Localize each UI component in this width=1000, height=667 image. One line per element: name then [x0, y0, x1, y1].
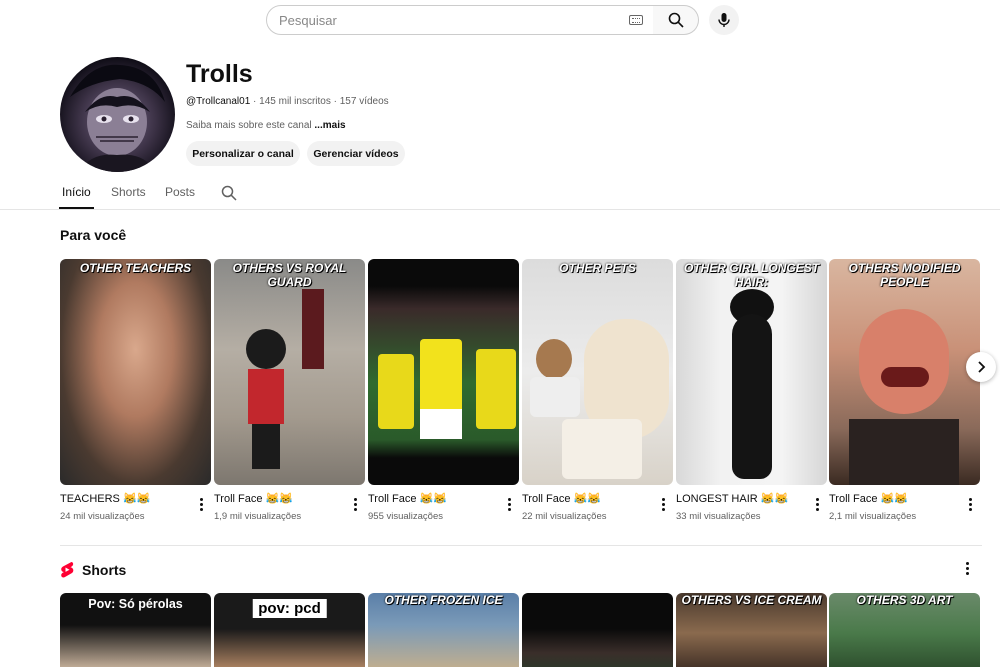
video-views: 2,1 mil visualizações — [829, 511, 917, 522]
meta-separator: · — [330, 96, 340, 107]
customize-channel-button[interactable]: Personalizar o canal — [186, 141, 300, 166]
channel-avatar[interactable] — [60, 57, 175, 172]
short-card[interactable]: pov: pcd — [214, 593, 365, 667]
video-card[interactable]: Troll Face 😹😹 955 visualizações — [368, 259, 519, 522]
channel-search-button[interactable] — [221, 185, 237, 206]
kebab-icon[interactable] — [966, 562, 969, 577]
channel-about[interactable]: Saiba mais sobre este canal ...mais — [186, 120, 346, 131]
tab-inicio[interactable]: Início — [62, 185, 91, 199]
search-placeholder: Pesquisar — [279, 12, 337, 28]
thumbnail-caption: OTHER PETS — [559, 261, 636, 275]
video-title[interactable]: Troll Face 😹😹 — [829, 492, 908, 505]
video-card[interactable]: OTHER TEACHERS TEACHERS 😹😹 24 mil visual… — [60, 259, 211, 522]
about-text: Saiba mais sobre este canal — [186, 120, 315, 131]
carousel-next-button[interactable] — [966, 352, 996, 382]
section-title-shorts: Shorts — [82, 561, 127, 578]
video-thumbnail[interactable] — [368, 259, 519, 485]
short-caption: Pov: Só pérolas — [88, 597, 183, 611]
video-views: 22 mil visualizações — [522, 511, 607, 522]
shorts-section-header: Shorts — [60, 561, 126, 578]
kebab-icon[interactable] — [662, 498, 665, 513]
short-caption: OTHERS 3D ART — [856, 593, 953, 607]
tab-posts[interactable]: Posts — [165, 185, 195, 199]
subscriber-count: 145 mil inscritos — [259, 96, 331, 107]
video-views: 33 mil visualizações — [676, 511, 761, 522]
short-caption: pov: pcd — [252, 599, 327, 618]
section-divider — [60, 545, 982, 546]
tabs-divider — [0, 209, 1000, 210]
short-caption: OTHERS VS ICE CREAM — [681, 593, 822, 607]
video-card[interactable]: OTHER PETS Troll Face 😹😹 22 mil visualiz… — [522, 259, 673, 522]
short-card[interactable]: OTHERS VS ICE CREAM — [676, 593, 827, 667]
video-views: 1,9 mil visualizações — [214, 511, 302, 522]
kebab-icon[interactable] — [200, 498, 203, 513]
short-card[interactable] — [522, 593, 673, 667]
manage-videos-button[interactable]: Gerenciar vídeos — [307, 141, 405, 166]
video-title[interactable]: TEACHERS 😹😹 — [60, 492, 150, 505]
section-title-for-you: Para você — [60, 227, 127, 243]
about-more-link[interactable]: ...mais — [314, 120, 345, 131]
video-views: 955 visualizações — [368, 511, 443, 522]
short-card[interactable]: OTHERS 3D ART — [829, 593, 980, 667]
kebab-icon[interactable] — [508, 498, 511, 513]
chevron-right-icon — [978, 361, 986, 373]
video-thumbnail[interactable]: OTHER TEACHERS — [60, 259, 211, 485]
video-views: 24 mil visualizações — [60, 511, 145, 522]
thumbnail-caption: OTHERS MODIFIED PEOPLE — [848, 261, 961, 289]
video-thumbnail[interactable]: OTHER GIRL LONGEST HAIR: — [676, 259, 827, 485]
kebab-icon[interactable] — [969, 498, 972, 513]
video-card[interactable]: OTHERS VS ROYAL GUARD Troll Face 😹😹 1,9 … — [214, 259, 365, 522]
video-title[interactable]: LONGEST HAIR 😹😹 — [676, 492, 788, 505]
search-button[interactable] — [653, 5, 699, 35]
search-icon — [221, 185, 237, 201]
short-caption: OTHER FROZEN ICE — [384, 593, 503, 607]
video-thumbnail[interactable]: OTHERS MODIFIED PEOPLE — [829, 259, 980, 485]
tab-shorts[interactable]: Shorts — [111, 185, 146, 199]
video-count: 157 vídeos — [339, 96, 389, 107]
keyboard-icon[interactable] — [629, 15, 643, 25]
video-card[interactable]: OTHERS MODIFIED PEOPLE Troll Face 😹😹 2,1… — [829, 259, 980, 522]
kebab-icon[interactable] — [354, 498, 357, 513]
thumbnail-caption: OTHERS VS ROYAL GUARD — [232, 261, 347, 289]
video-card[interactable]: OTHER GIRL LONGEST HAIR: LONGEST HAIR 😹😹… — [676, 259, 827, 522]
video-title[interactable]: Troll Face 😹😹 — [368, 492, 447, 505]
search-input[interactable]: Pesquisar — [266, 5, 654, 35]
mic-icon — [718, 13, 730, 27]
voice-search-button[interactable] — [709, 5, 739, 35]
meta-separator: · — [250, 96, 260, 107]
video-title[interactable]: Troll Face 😹😹 — [214, 492, 293, 505]
video-thumbnail[interactable]: OTHER PETS — [522, 259, 673, 485]
avatar-image — [70, 64, 165, 172]
channel-handle: @Trollcanal01 — [186, 96, 251, 107]
kebab-icon[interactable] — [816, 498, 819, 513]
short-card[interactable]: Pov: Só pérolas — [60, 593, 211, 667]
channel-name: Trolls — [186, 60, 253, 88]
thumbnail-caption: OTHER GIRL LONGEST HAIR: — [683, 261, 820, 289]
video-thumbnail[interactable]: OTHERS VS ROYAL GUARD — [214, 259, 365, 485]
video-title[interactable]: Troll Face 😹😹 — [522, 492, 601, 505]
thumbnail-caption: OTHER TEACHERS — [79, 261, 192, 275]
search-icon — [668, 12, 684, 28]
shorts-logo-icon — [61, 561, 74, 578]
channel-meta: @Trollcanal01 · 145 mil inscritos · 157 … — [186, 96, 389, 107]
short-card[interactable]: OTHER FROZEN ICE — [368, 593, 519, 667]
